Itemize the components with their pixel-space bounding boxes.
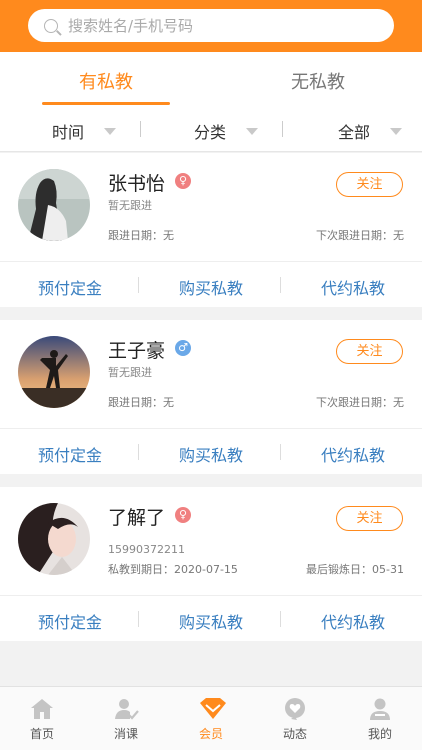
- follow-date: 跟进日期：无: [108, 396, 174, 409]
- next-follow-date: 下次跟进日期：无: [316, 229, 404, 242]
- filter-time[interactable]: 时间: [52, 119, 117, 143]
- profile-icon: [367, 697, 393, 721]
- heart-bubble-icon: [282, 697, 308, 721]
- nav-checkin-label: 消课: [113, 727, 138, 741]
- search-placeholder: 搜索姓名/手机号码: [68, 17, 194, 35]
- filter-category-label: 分类: [194, 123, 227, 142]
- filter-time-label: 时间: [52, 123, 85, 142]
- tab-active-indicator: [42, 102, 170, 105]
- nav-feed[interactable]: 动态: [265, 697, 325, 742]
- action-divider: [280, 277, 281, 293]
- coach-expiry-date: 私教到期日：2020-07-15: [108, 563, 238, 576]
- search-input[interactable]: 搜索姓名/手机号码: [28, 9, 394, 42]
- next-follow-date: 下次跟进日期：无: [316, 396, 404, 409]
- top-bar: 搜索姓名/手机号码: [0, 0, 422, 52]
- diamond-icon: [198, 697, 226, 721]
- member-name: 张书怡: [108, 173, 166, 195]
- caret-down-icon: [390, 127, 403, 135]
- book-coach-button[interactable]: 代约私教: [293, 609, 413, 633]
- filter-category[interactable]: 分类: [194, 119, 259, 143]
- nav-home[interactable]: 首页: [12, 697, 72, 742]
- member-card[interactable]: 王子豪 ♂ 关注 暂无跟进 跟进日期：无 下次跟进日期：无 预付定金 购买私教 …: [0, 320, 422, 474]
- action-divider: [280, 611, 281, 627]
- last-workout-date: 最后锻炼日：05-31: [306, 563, 404, 576]
- avatar: [18, 336, 90, 408]
- female-icon: ♀: [175, 173, 191, 189]
- divider: [0, 595, 422, 596]
- filter-divider: [282, 121, 283, 137]
- tab-bar: 有私教 无私教: [0, 52, 422, 108]
- male-icon: ♂: [175, 340, 191, 356]
- female-icon: ♀: [175, 507, 191, 523]
- caret-down-icon: [246, 127, 259, 135]
- buy-coach-button[interactable]: 购买私教: [151, 442, 271, 466]
- action-divider: [138, 611, 139, 627]
- filter-all[interactable]: 全部: [338, 119, 403, 143]
- divider: [0, 261, 422, 262]
- member-card[interactable]: 了解了 ♀ 关注 15990372211 私教到期日：2020-07-15 最后…: [0, 487, 422, 641]
- follow-button[interactable]: 关注: [336, 172, 403, 197]
- action-divider: [138, 277, 139, 293]
- tab-has-coach[interactable]: 有私教: [36, 68, 176, 94]
- nav-members[interactable]: 会员: [181, 697, 241, 742]
- nav-home-label: 首页: [29, 727, 54, 741]
- member-card[interactable]: 张书怡 ♀ 关注 暂无跟进 跟进日期：无 下次跟进日期：无 预付定金 购买私教 …: [0, 153, 422, 307]
- avatar: [18, 503, 90, 575]
- prepay-deposit-button[interactable]: 预付定金: [10, 275, 130, 299]
- phone-number: 15990372211: [108, 543, 185, 556]
- book-coach-button[interactable]: 代约私教: [293, 442, 413, 466]
- filter-all-label: 全部: [338, 123, 371, 142]
- follow-date: 跟进日期：无: [108, 229, 174, 242]
- follow-status: 暂无跟进: [108, 199, 152, 212]
- avatar: [18, 169, 90, 241]
- filter-bar: 时间 分类 全部: [0, 108, 422, 152]
- follow-button[interactable]: 关注: [336, 506, 403, 531]
- nav-mine[interactable]: 我的: [350, 697, 410, 742]
- buy-coach-button[interactable]: 购买私教: [151, 275, 271, 299]
- divider: [0, 428, 422, 429]
- user-check-icon: [113, 697, 139, 721]
- nav-mine-label: 我的: [367, 727, 392, 741]
- follow-button[interactable]: 关注: [336, 339, 403, 364]
- follow-status: 暂无跟进: [108, 366, 152, 379]
- search-icon: [44, 18, 58, 33]
- nav-members-label: 会员: [198, 727, 223, 741]
- action-divider: [138, 444, 139, 460]
- nav-checkin[interactable]: 消课: [96, 697, 156, 742]
- bottom-nav: 首页 消课 会员 动态 我的: [0, 686, 422, 750]
- nav-feed-label: 动态: [282, 727, 307, 741]
- filter-divider: [140, 121, 141, 137]
- prepay-deposit-button[interactable]: 预付定金: [10, 442, 130, 466]
- tab-no-coach[interactable]: 无私教: [248, 68, 388, 94]
- member-name: 王子豪: [108, 340, 166, 362]
- home-icon: [29, 697, 55, 721]
- action-divider: [280, 444, 281, 460]
- prepay-deposit-button[interactable]: 预付定金: [10, 609, 130, 633]
- caret-down-icon: [104, 127, 117, 135]
- member-name: 了解了: [108, 507, 166, 529]
- book-coach-button[interactable]: 代约私教: [293, 275, 413, 299]
- buy-coach-button[interactable]: 购买私教: [151, 609, 271, 633]
